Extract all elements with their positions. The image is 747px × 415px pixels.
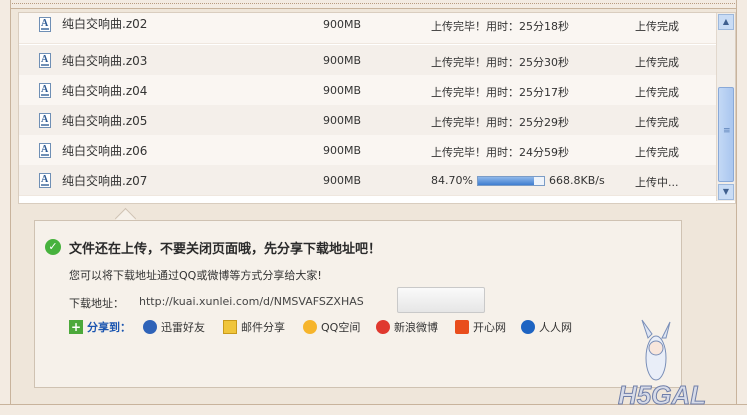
file-row[interactable]: 纯白交响曲.z04 900MB 上传完毕！用时：25分17秒 上传完成	[19, 75, 716, 106]
renren-icon	[521, 320, 535, 334]
frame-top-border	[0, 0, 747, 9]
upload-progress: 84.70% 668.8KB/s	[431, 172, 631, 188]
file-state: 上传中...	[635, 176, 679, 189]
file-state: 上传完成	[635, 20, 679, 33]
file-size: 900MB	[323, 144, 362, 157]
file-status: 上传完毕！用时：25分17秒	[431, 86, 569, 99]
document-icon	[39, 173, 51, 188]
checkmark-icon: ✓	[45, 239, 61, 255]
file-row-uploading[interactable]: 纯白交响曲.z07 900MB 84.70% 668.8KB/s 上传中...	[19, 165, 716, 196]
file-status: 上传完毕！用时：25分29秒	[431, 116, 569, 129]
share-mail[interactable]: 邮件分享	[223, 319, 285, 337]
share-to-label: + 分享到：	[69, 320, 131, 334]
xunlei-friends-icon	[143, 320, 157, 334]
file-name: 纯白交响曲.z06	[62, 144, 148, 158]
file-name: 纯白交响曲.z02	[62, 17, 148, 31]
progress-percent: 84.70%	[431, 174, 473, 187]
share-qzone[interactable]: QQ空间	[303, 319, 360, 337]
share-weibo[interactable]: 新浪微博	[376, 319, 438, 337]
mail-icon	[223, 320, 237, 334]
file-status: 上传完毕！用时：25分18秒	[431, 20, 569, 33]
file-size: 900MB	[323, 18, 362, 31]
download-address-label: 下载地址：	[69, 297, 124, 310]
share-xunlei-friends[interactable]: 迅雷好友	[143, 319, 205, 337]
document-icon	[39, 53, 51, 68]
weibo-icon	[376, 320, 390, 334]
download-address-link[interactable]: http://kuai.xunlei.com/d/NMSVAFSZXHAS	[139, 295, 364, 308]
file-status: 上传完毕！用时：24分59秒	[431, 146, 569, 159]
file-name: 纯白交响曲.z07	[62, 174, 148, 188]
file-state: 上传完成	[635, 56, 679, 69]
file-row[interactable]: 纯白交响曲.z03 900MB 上传完毕！用时：25分30秒 上传完成	[19, 45, 716, 76]
h5gal-watermark-logo: H5GAL	[618, 319, 707, 410]
kaixin-icon	[455, 320, 469, 334]
scroll-down-button[interactable]: ▼	[718, 184, 734, 200]
file-name: 纯白交响曲.z05	[62, 114, 148, 128]
upload-file-list: 纯白交响曲.z02 900MB 上传完毕！用时：25分18秒 上传完成 纯白交响…	[18, 12, 736, 204]
file-size: 900MB	[323, 174, 362, 187]
share-notice-panel: ✓ 文件还在上传，不要关闭页面哦，先分享下载地址吧！ 您可以将下载地址通过QQ或…	[34, 220, 682, 388]
file-name: 纯白交响曲.z03	[62, 54, 148, 68]
share-kaixin[interactable]: 开心网	[455, 319, 506, 337]
upload-speed: 668.8KB/s	[549, 174, 605, 187]
frame-left-border	[0, 0, 11, 415]
progress-bar-fill	[478, 177, 534, 185]
file-size: 900MB	[323, 84, 362, 97]
notice-headline: 文件还在上传，不要关闭页面哦，先分享下载地址吧！	[69, 242, 382, 257]
copy-address-button[interactable]	[397, 287, 485, 313]
document-icon	[39, 83, 51, 98]
notice-subline: 您可以将下载地址通过QQ或微博等方式分享给大家!	[69, 269, 322, 282]
file-row[interactable]: 纯白交响曲.z06 900MB 上传完毕！用时：24分59秒 上传完成	[19, 135, 716, 166]
file-size: 900MB	[323, 54, 362, 67]
scroll-up-button[interactable]: ▲	[718, 14, 734, 30]
document-icon	[39, 143, 51, 158]
scroll-thumb[interactable]	[718, 87, 734, 182]
file-name: 纯白交响曲.z04	[62, 84, 148, 98]
file-row[interactable]: 纯白交响曲.z02 900MB 上传完毕！用时：25分18秒 上传完成	[19, 13, 716, 44]
progress-bar	[477, 176, 545, 186]
file-state: 上传完成	[635, 146, 679, 159]
document-icon	[39, 113, 51, 128]
document-icon	[39, 17, 51, 32]
qzone-icon	[303, 320, 317, 334]
plus-icon: +	[69, 320, 83, 334]
list-scrollbar[interactable]: ▲ ▼	[716, 13, 735, 201]
file-status: 上传完毕！用时：25分30秒	[431, 56, 569, 69]
file-state: 上传完成	[635, 86, 679, 99]
watermark-text: H5GAL	[618, 380, 706, 410]
file-row[interactable]: 纯白交响曲.z05 900MB 上传完毕！用时：25分29秒 上传完成	[19, 105, 716, 136]
share-renren[interactable]: 人人网	[521, 319, 572, 337]
file-size: 900MB	[323, 114, 362, 127]
file-state: 上传完成	[635, 116, 679, 129]
